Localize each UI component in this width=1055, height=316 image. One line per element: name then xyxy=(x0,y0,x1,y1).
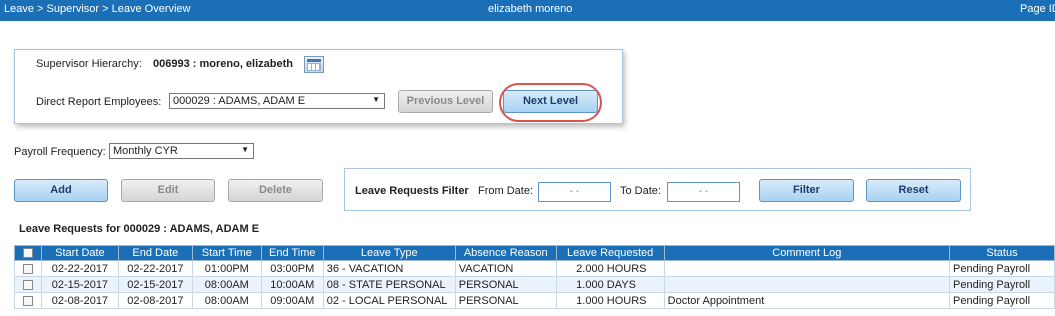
calendar-bar xyxy=(307,59,321,62)
edit-button[interactable]: Edit xyxy=(121,179,215,202)
table-row[interactable]: 02-08-2017 02-08-2017 08:00AM 09:00AM 02… xyxy=(14,292,1055,309)
table-row[interactable]: 02-15-2017 02-15-2017 08:00AM 10:00AM 08… xyxy=(14,276,1055,293)
leave-requests-heading: Leave Requests for 000029 : ADAMS, ADAM … xyxy=(19,223,260,235)
status-cell: Pending Payroll xyxy=(949,292,1055,309)
next-level-highlight xyxy=(499,83,602,122)
top-bar: Leave > Supervisor > Leave Overview eliz… xyxy=(0,0,1055,21)
select-all-header xyxy=(14,245,42,261)
chevron-down-icon: ▼ xyxy=(372,95,380,104)
leave-requested-cell: 1.000 DAYS xyxy=(555,276,665,293)
leave-amount: 1.000 xyxy=(576,294,604,307)
end-time-cell: 03:00PM xyxy=(260,260,324,277)
col-leave-type[interactable]: Leave Type xyxy=(322,245,456,261)
row-checkbox[interactable] xyxy=(22,279,33,290)
start-date-cell: 02-15-2017 xyxy=(40,276,119,293)
start-date-cell: 02-08-2017 xyxy=(40,292,119,309)
to-date-input[interactable]: - - xyxy=(667,182,740,202)
row-select-cell xyxy=(14,276,42,293)
row-checkbox[interactable] xyxy=(22,263,33,274)
payroll-frequency-select[interactable]: Monthly CYR ▼ xyxy=(109,143,254,159)
supervisor-hierarchy-value: 006993 : moreno, elizabeth xyxy=(153,58,293,70)
row-select-cell xyxy=(14,260,42,277)
direct-report-label: Direct Report Employees: xyxy=(36,96,162,108)
col-comment-log[interactable]: Comment Log xyxy=(663,245,951,261)
start-time-cell: 08:00AM xyxy=(191,276,262,293)
user-name: elizabeth moreno xyxy=(488,3,573,15)
start-time-cell: 08:00AM xyxy=(191,292,262,309)
status-cell: Pending Payroll xyxy=(949,260,1055,277)
absence-reason-cell: PERSONAL xyxy=(454,292,557,309)
from-date-label: From Date: xyxy=(478,185,534,197)
leave-amount: 1.000 xyxy=(576,278,604,291)
col-leave-requested[interactable]: Leave Requested xyxy=(555,245,665,261)
chevron-down-icon: ▼ xyxy=(241,145,249,154)
col-start-time[interactable]: Start Time xyxy=(191,245,262,261)
leave-requests-table: Start Date End Date Start Time End Time … xyxy=(14,245,1055,309)
end-time-cell: 10:00AM xyxy=(260,276,324,293)
supervisor-hierarchy-label: Supervisor Hierarchy: xyxy=(36,58,142,70)
reset-button[interactable]: Reset xyxy=(866,179,961,202)
col-end-time[interactable]: End Time xyxy=(260,245,324,261)
absence-reason-cell: PERSONAL xyxy=(454,276,557,293)
leave-unit: HOURS xyxy=(606,262,647,275)
payroll-frequency-label: Payroll Frequency: xyxy=(14,146,106,158)
end-date-cell: 02-08-2017 xyxy=(117,292,193,309)
row-select-cell xyxy=(14,292,42,309)
payroll-frequency-selected: Monthly CYR xyxy=(113,145,178,157)
leave-amount: 2.000 xyxy=(576,262,604,275)
absence-reason-cell: VACATION xyxy=(454,260,557,277)
end-date-cell: 02-15-2017 xyxy=(117,276,193,293)
add-button[interactable]: Add xyxy=(14,179,108,202)
col-absence-reason[interactable]: Absence Reason xyxy=(454,245,557,261)
comment-cell: Doctor Appointment xyxy=(663,292,951,309)
end-time-cell: 09:00AM xyxy=(260,292,324,309)
direct-report-selected: 000029 : ADAMS, ADAM E xyxy=(173,95,306,107)
col-status[interactable]: Status xyxy=(949,245,1055,261)
row-checkbox[interactable] xyxy=(22,295,33,306)
comment-cell xyxy=(663,276,951,293)
table-row[interactable]: 02-22-2017 02-22-2017 01:00PM 03:00PM 36… xyxy=(14,260,1055,277)
leave-requested-cell: 2.000 HOURS xyxy=(555,260,665,277)
leave-type-cell: 08 - STATE PERSONAL xyxy=(322,276,456,293)
leave-unit: HOURS xyxy=(606,294,647,307)
leave-type-cell: 02 - LOCAL PERSONAL xyxy=(322,292,456,309)
leave-unit: DAYS xyxy=(606,278,636,291)
to-date-label: To Date: xyxy=(620,185,661,197)
breadcrumb: Leave > Supervisor > Leave Overview xyxy=(4,3,191,15)
table-header-row: Start Date End Date Start Time End Time … xyxy=(14,245,1055,261)
col-start-date[interactable]: Start Date xyxy=(40,245,119,261)
status-cell: Pending Payroll xyxy=(949,276,1055,293)
previous-level-button[interactable]: Previous Level xyxy=(398,90,493,113)
start-time-cell: 01:00PM xyxy=(191,260,262,277)
hierarchy-picker-icon[interactable] xyxy=(304,56,324,73)
from-date-input[interactable]: - - xyxy=(538,182,611,202)
col-end-date[interactable]: End Date xyxy=(117,245,193,261)
leave-type-cell: 36 - VACATION xyxy=(322,260,456,277)
filter-button[interactable]: Filter xyxy=(759,179,854,202)
delete-button[interactable]: Delete xyxy=(228,179,323,202)
comment-cell xyxy=(663,260,951,277)
direct-report-select[interactable]: 000029 : ADAMS, ADAM E ▼ xyxy=(169,93,385,109)
leave-requested-cell: 1.000 HOURS xyxy=(555,292,665,309)
page-id-label: Page ID xyxy=(1020,3,1055,15)
filter-title: Leave Requests Filter xyxy=(355,185,469,197)
start-date-cell: 02-22-2017 xyxy=(40,260,119,277)
select-all-checkbox[interactable] xyxy=(22,248,33,259)
calendar-grid xyxy=(307,63,321,71)
end-date-cell: 02-22-2017 xyxy=(117,260,193,277)
